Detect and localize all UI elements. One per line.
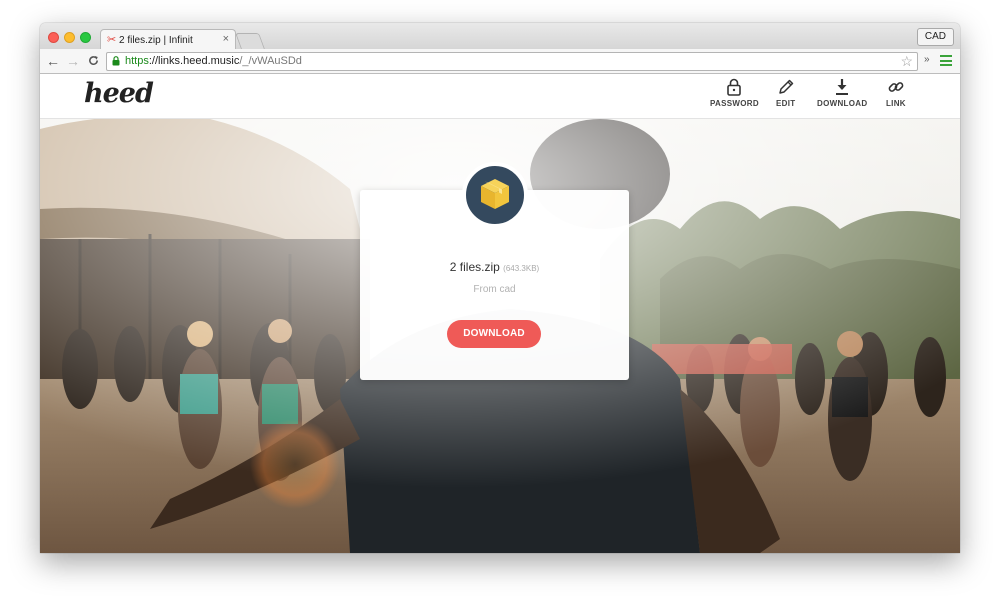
back-button[interactable]: ← — [46, 53, 60, 69]
nav-password-label: PASSWORD — [710, 99, 759, 108]
package-box-icon — [481, 179, 509, 209]
nav-download[interactable]: DOWNLOAD — [817, 78, 867, 108]
nav-edit-label: EDIT — [776, 99, 796, 108]
title-bar: ✂ 2 files.zip | Infinit × CAD — [40, 23, 960, 50]
url-host: links.heed.music — [158, 55, 240, 67]
favicon-icon: ✂ — [107, 34, 117, 46]
reload-button[interactable] — [88, 53, 99, 69]
nav-download-label: DOWNLOAD — [817, 99, 868, 108]
close-window-button[interactable] — [48, 32, 59, 43]
download-button[interactable]: DOWNLOAD — [447, 320, 541, 348]
url-scheme: https — [125, 55, 149, 67]
site-header: heed PASSWORD EDIT DOWNLOAD LINK — [40, 74, 960, 119]
browser-menu-icon[interactable] — [940, 55, 952, 66]
reload-icon — [89, 55, 98, 65]
nav-edit[interactable]: EDIT — [776, 78, 795, 108]
nav-link-label: LINK — [886, 99, 906, 108]
address-bar[interactable]: https://links.heed.music/_/vWAuSDd ☆ — [106, 52, 918, 71]
file-name-line: 2 files.zip (643.3KB) — [360, 260, 629, 274]
profile-button[interactable]: CAD — [916, 28, 954, 46]
download-icon — [836, 79, 849, 95]
minimize-window-button[interactable] — [64, 32, 75, 43]
bookmark-star-icon[interactable]: ☆ — [900, 53, 913, 70]
browser-toolbar: ← → https://links.heed.music/_/vWAuSDd ☆… — [40, 49, 960, 74]
file-badge — [462, 162, 528, 228]
secure-lock-icon — [112, 56, 120, 66]
link-icon — [888, 82, 904, 92]
nav-password[interactable]: PASSWORD — [710, 78, 759, 108]
file-card: 2 files.zip (643.3KB) From cad DOWNLOAD — [360, 162, 629, 380]
tab-title: 2 files.zip | Infinit — [119, 35, 193, 46]
extensions-overflow-button[interactable]: » — [924, 54, 930, 65]
zoom-window-button[interactable] — [80, 32, 91, 43]
sender-text: From cad — [473, 284, 516, 295]
pencil-icon — [778, 79, 793, 94]
nav-link[interactable]: LINK — [886, 78, 906, 108]
browser-tab[interactable]: ✂ 2 files.zip | Infinit × — [100, 29, 236, 50]
lock-icon — [727, 78, 742, 96]
url-separator: :// — [148, 55, 159, 67]
forward-button[interactable]: → — [66, 53, 80, 69]
page-content: heed PASSWORD EDIT DOWNLOAD LINK 2 files… — [40, 74, 960, 553]
tab-close-icon[interactable]: × — [223, 33, 229, 45]
file-size: (643.3KB) — [503, 264, 540, 273]
new-tab-button[interactable] — [235, 33, 265, 49]
heed-logo[interactable]: heed — [84, 78, 154, 109]
file-name: 2 files.zip — [449, 260, 500, 274]
url-text[interactable]: https://links.heed.music/_/vWAuSDd — [125, 53, 302, 70]
hero-background-photo: 2 files.zip (643.3KB) From cad DOWNLOAD — [40, 119, 960, 553]
url-path: /_/vWAuSDd — [239, 55, 302, 67]
browser-window: ✂ 2 files.zip | Infinit × CAD ← → https:… — [40, 23, 960, 553]
